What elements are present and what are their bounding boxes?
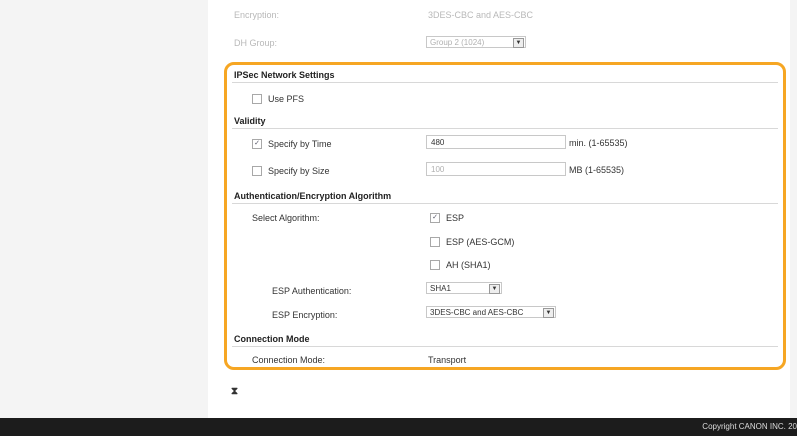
- esp-aes-gcm-checkbox[interactable]: [430, 237, 440, 247]
- specify-by-size-input[interactable]: 100: [426, 162, 566, 176]
- ah-sha1-checkbox[interactable]: [430, 260, 440, 270]
- dh-group-value: Group 2 (1024): [430, 38, 485, 47]
- dropdown-arrow-icon: ▼: [543, 308, 554, 318]
- esp-label: ESP: [446, 213, 465, 223]
- collapse-arrow-icon[interactable]: ⧗: [231, 386, 238, 397]
- auth-section-title: Authentication/Encryption Algorithm: [234, 191, 392, 201]
- connection-mode-label: Connection Mode:: [252, 355, 326, 365]
- esp-encryption-label: ESP Encryption:: [272, 310, 338, 320]
- select-algorithm-label: Select Algorithm:: [252, 213, 320, 223]
- dropdown-arrow-icon: ▼: [513, 38, 524, 48]
- section-divider: [232, 128, 778, 129]
- section-divider: [232, 346, 778, 347]
- esp-authentication-value: SHA1: [430, 284, 451, 293]
- specify-by-time-checkbox[interactable]: ✓: [252, 139, 262, 149]
- check-icon: ✓: [254, 140, 260, 147]
- encryption-label: Encryption:: [234, 10, 280, 20]
- encryption-value: 3DES-CBC and AES-CBC: [428, 10, 534, 20]
- connection-section-title: Connection Mode: [234, 334, 310, 344]
- esp-encryption-select[interactable]: 3DES-CBC and AES-CBC ▼: [426, 306, 556, 318]
- esp-checkbox[interactable]: ✓: [430, 213, 440, 223]
- check-icon: ✓: [432, 214, 438, 221]
- use-pfs-label: Use PFS: [268, 94, 305, 104]
- ah-sha1-label: AH (SHA1): [446, 260, 491, 270]
- footer-bar: Copyright CANON INC. 20: [0, 418, 797, 436]
- esp-authentication-label: ESP Authentication:: [272, 286, 352, 296]
- dh-group-select[interactable]: Group 2 (1024) ▼: [426, 36, 526, 48]
- esp-encryption-value: 3DES-CBC and AES-CBC: [430, 308, 524, 317]
- esp-aes-gcm-label: ESP (AES-GCM): [446, 237, 515, 247]
- section-divider: [232, 203, 778, 204]
- dh-group-label: DH Group:: [234, 38, 278, 48]
- section-divider: [232, 82, 778, 83]
- connection-mode-value: Transport: [428, 355, 467, 365]
- esp-authentication-select[interactable]: SHA1 ▼: [426, 282, 502, 294]
- specify-by-size-checkbox[interactable]: [252, 166, 262, 176]
- specify-by-time-hint: min. (1-65535): [569, 138, 628, 148]
- use-pfs-checkbox[interactable]: [252, 94, 262, 104]
- specify-by-size-label: Specify by Size: [268, 166, 330, 176]
- copyright-text: Copyright CANON INC. 20: [702, 422, 797, 431]
- specify-by-time-input[interactable]: 480: [426, 135, 566, 149]
- dropdown-arrow-icon: ▼: [489, 284, 500, 294]
- specify-by-size-hint: MB (1-65535): [569, 165, 625, 175]
- specify-by-time-label: Specify by Time: [268, 139, 332, 149]
- ipsec-section-title: IPSec Network Settings: [234, 70, 335, 80]
- validity-section-title: Validity: [234, 116, 266, 126]
